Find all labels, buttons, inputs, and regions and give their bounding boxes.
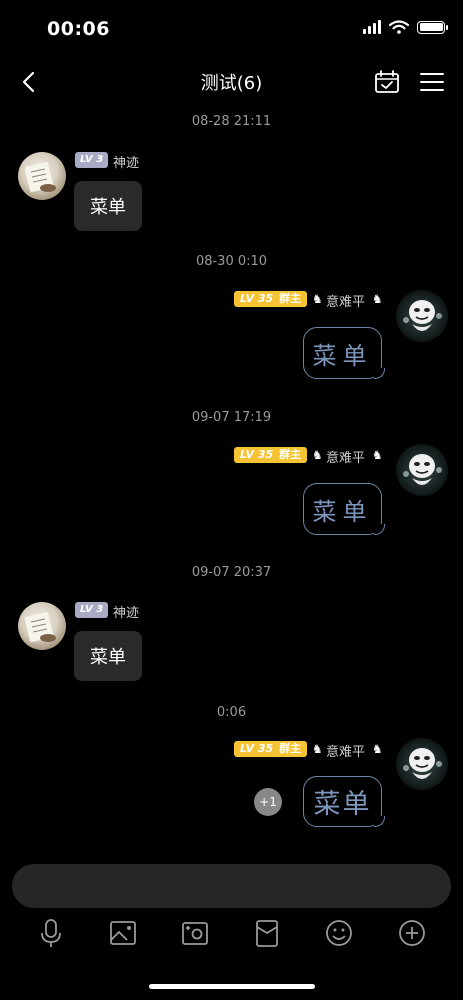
message-timestamp: 08-30 0:10 [195,254,268,269]
message-timestamp: 08-28 21:11 [191,114,272,129]
sender-name: 神迹 [113,156,140,171]
role-label: 群主 [279,742,302,755]
sender-name: 意难平 [326,295,366,310]
ghost-icon: ♞ [372,448,383,462]
bubble-tail [374,524,385,535]
wifi-icon [389,20,409,34]
message-bubble[interactable]: 菜单 [303,483,382,535]
ghost-icon: ♞ [372,292,383,306]
level-badge: LV 35 群主 [234,447,308,463]
avatar[interactable] [396,444,448,496]
level-badge: LV 35 群主 [234,741,308,757]
level-label: LV 35 [240,448,274,461]
cellular-signal-icon [363,20,381,34]
menu-icon[interactable] [420,72,444,92]
red-packet-icon[interactable] [252,918,282,948]
avatar[interactable] [396,738,448,790]
ghost-icon: ♞ [312,448,323,462]
emoji-icon[interactable] [324,918,354,948]
avatar[interactable] [18,602,66,650]
sender-name: 意难平 [326,451,366,466]
image-icon[interactable] [108,918,138,948]
calendar-check-icon[interactable] [374,70,400,94]
level-label: LV 35 [240,742,274,755]
status-icons [363,20,448,34]
message-input[interactable] [12,864,451,908]
sender-name: 神迹 [113,606,140,621]
level-badge: LV 3 [75,152,109,168]
message-timestamp: 09-07 20:37 [191,565,272,580]
level-badge: LV 35 群主 [234,291,308,307]
plus-icon[interactable] [397,918,427,948]
message-timestamp: 0:06 [216,705,247,720]
bubble-tail [374,368,385,379]
message-bubble[interactable]: 菜单 [303,327,382,379]
ghost-icon: ♞ [312,742,323,756]
sender-name: 意难平 [326,745,366,760]
avatar[interactable] [396,290,448,342]
ghost-icon: ♞ [372,742,383,756]
home-indicator [149,984,315,989]
message-timestamp: 09-07 17:19 [191,410,272,425]
level-badge: LV 3 [75,602,109,618]
status-time: 00:06 [47,18,110,40]
ghost-icon: ♞ [312,292,323,306]
message-bubble[interactable]: 菜单 [74,631,142,681]
bubble-tail [374,816,385,827]
role-label: 群主 [279,448,302,461]
camera-icon[interactable] [180,918,210,948]
role-label: 群主 [279,292,302,305]
level-label: LV 35 [240,292,274,305]
battery-icon [417,20,448,34]
message-bubble[interactable]: 菜单 [303,776,382,827]
avatar[interactable] [18,152,66,200]
plus-one-button[interactable]: +1 [254,788,282,816]
microphone-icon[interactable] [36,918,66,948]
message-bubble[interactable]: 菜单 [74,181,142,231]
